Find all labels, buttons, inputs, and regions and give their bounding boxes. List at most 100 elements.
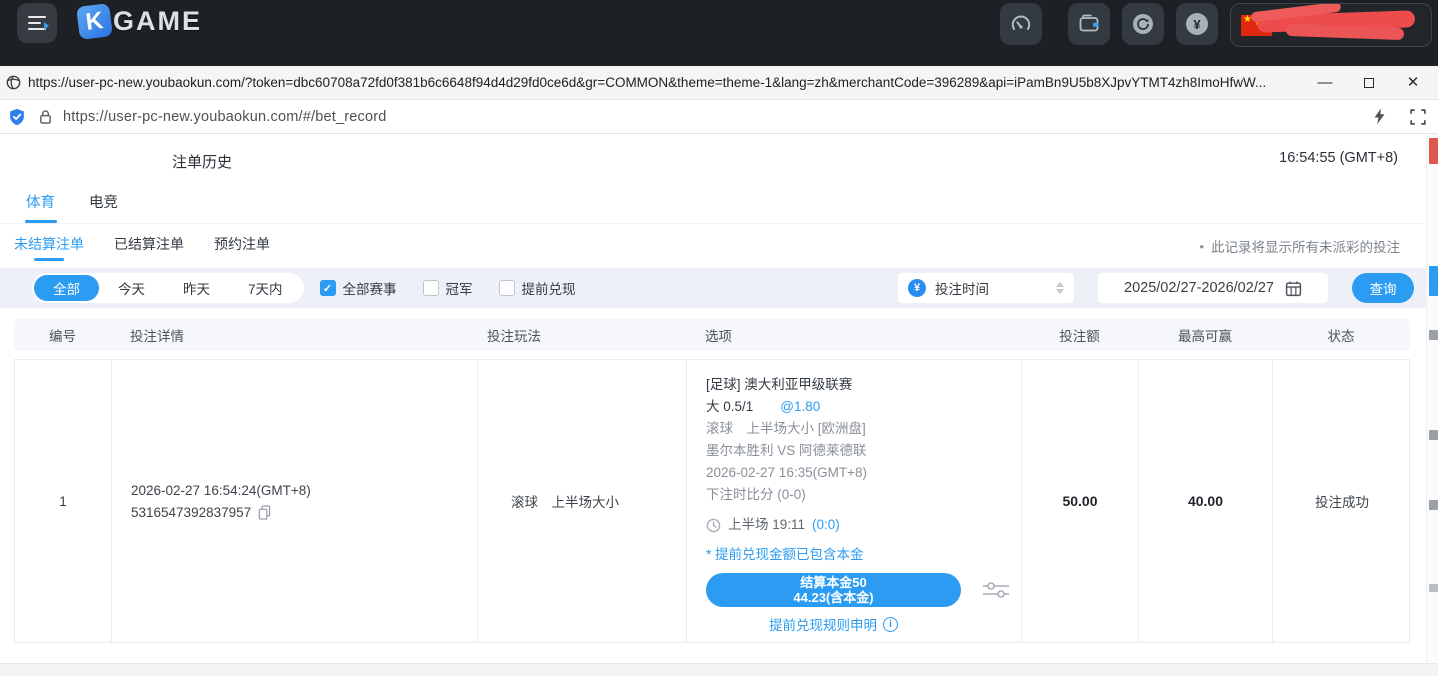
record-note-text: 此记录将显示所有未派彩的投注 — [1211, 236, 1400, 256]
page-content: 注单历史 16:54:55 (GMT+8) 体育 电竞 未结算注单 已结算注单 … — [0, 134, 1426, 676]
menu-button[interactable] — [17, 3, 57, 43]
window-controls: — ✕ — [1318, 76, 1420, 90]
option-pick: 大 0.5/1 — [706, 399, 753, 414]
filter-yesterday[interactable]: 昨天 — [164, 275, 229, 301]
sliver-fragment — [1429, 430, 1438, 440]
refresh-button[interactable] — [1122, 3, 1164, 45]
bullet-icon: • — [1199, 239, 1204, 254]
filter-all[interactable]: 全部 — [34, 275, 99, 301]
live-period: 上半场 19:11 — [728, 515, 805, 535]
date-range-value: 2025/02/27-2026/02/27 — [1124, 280, 1274, 296]
table-header-row: 编号 投注详情 投注玩法 选项 投注额 最高可赢 状态 — [14, 319, 1410, 351]
calendar-icon — [1285, 280, 1302, 297]
live-score: (0:0) — [812, 515, 840, 535]
bet-id: 5316547392837957 — [131, 505, 251, 520]
filter-7days[interactable]: 7天内 — [229, 275, 302, 301]
info-icon: i — [883, 617, 898, 632]
cashout-rules-link[interactable]: 提前兑现规则申明 i — [706, 614, 961, 634]
china-flag-icon: ★ ★ ★ — [1241, 15, 1272, 36]
table-row: 1 2026-02-27 16:54:24(GMT+8) 53165473928… — [14, 359, 1410, 643]
cashout-note: * 提前兑现金额已包含本金 — [706, 545, 1021, 565]
page-header: 注单历史 16:54:55 (GMT+8) — [0, 134, 1426, 180]
filter-today[interactable]: 今天 — [99, 275, 164, 301]
maximize-button[interactable] — [1362, 76, 1376, 90]
cashout-button-row: 结算本金50 44.23(含本金) — [706, 573, 1021, 607]
window-titlebar: https://user-pc-new.youbaokun.com/?token… — [0, 66, 1438, 100]
checkbox-label: 提前兑现 — [522, 278, 576, 298]
col-header-detail: 投注详情 — [111, 325, 477, 345]
fullscreen-icon[interactable] — [1410, 109, 1426, 125]
option-market: 滚球 上半场大小 [欧洲盘] — [706, 418, 1021, 440]
sort-carets-icon — [1056, 282, 1064, 294]
tab-esports[interactable]: 电竞 — [89, 180, 118, 223]
copy-icon[interactable] — [258, 505, 271, 520]
col-header-options: 选项 — [686, 325, 1021, 345]
subtab-settled[interactable]: 已结算注单 — [114, 224, 184, 264]
cashout-rules-text: 提前兑现规则申明 — [769, 614, 877, 634]
checkbox-champion[interactable]: 冠军 — [423, 278, 473, 298]
page-title: 注单历史 — [172, 151, 232, 172]
filter-right-controls: ¥ 投注时间 2025/02/27-2026/02/27 查询 — [898, 273, 1414, 303]
option-league: [足球] 澳大利亚甲级联赛 — [706, 374, 1021, 396]
redacted-user-info — [1257, 10, 1415, 33]
page-clock: 16:54:55 (GMT+8) — [1279, 150, 1398, 166]
wallet-icon — [1077, 12, 1101, 36]
cell-row-number: 1 — [15, 360, 112, 642]
date-range-input[interactable]: 2025/02/27-2026/02/27 — [1098, 273, 1328, 303]
sliver-fragment — [1429, 330, 1438, 340]
live-status-line: 上半场 19:11 (0:0) — [706, 515, 1021, 535]
sliders-icon[interactable] — [981, 579, 1011, 601]
lightning-icon[interactable] — [1373, 108, 1386, 125]
checkbox-all-events[interactable]: ✓ 全部赛事 — [320, 278, 397, 298]
sport-tabs: 体育 电竞 — [0, 180, 1426, 224]
yuan-badge-icon: ¥ — [908, 279, 926, 297]
checkbox-unchecked-icon — [423, 280, 439, 296]
sliver-fragment — [1429, 584, 1438, 592]
option-odds: @1.80 — [780, 399, 820, 414]
option-pick-line: 大 0.5/1 @1.80 — [706, 396, 1021, 418]
address-url[interactable]: https://user-pc-new.youbaokun.com/#/bet_… — [63, 109, 387, 125]
site-globe-icon — [6, 75, 21, 90]
col-header-maxwin: 最高可赢 — [1138, 325, 1272, 345]
topbar-actions: ¥ ★ ★ ★ — [1000, 3, 1432, 47]
user-account-chip[interactable]: ★ ★ ★ — [1230, 3, 1432, 47]
logo-text: GAME — [113, 6, 202, 37]
address-bar-actions — [1373, 108, 1426, 125]
close-button[interactable]: ✕ — [1406, 76, 1420, 90]
option-match: 墨尔本胜利 VS 阿德莱德联 — [706, 440, 1021, 462]
record-note: • 此记录将显示所有未派彩的投注 — [1199, 236, 1400, 256]
checkbox-cashout[interactable]: 提前兑现 — [499, 278, 576, 298]
right-edge-sliver — [1426, 134, 1438, 664]
cashout-button-line2: 44.23(含本金) — [793, 590, 873, 605]
checkbox-unchecked-icon — [499, 280, 515, 296]
bet-id-line: 5316547392837957 — [131, 505, 477, 520]
security-shield-icon[interactable] — [8, 108, 26, 126]
col-header-no: 编号 — [14, 325, 111, 345]
bet-time-select[interactable]: ¥ 投注时间 — [898, 273, 1074, 303]
sliver-fragment — [1429, 266, 1438, 296]
sliver-fragment — [1429, 138, 1438, 164]
tab-sports[interactable]: 体育 — [26, 180, 55, 223]
cell-bet-detail: 2026-02-27 16:54:24(GMT+8) 5316547392837… — [112, 360, 478, 642]
minimize-button[interactable]: — — [1318, 76, 1332, 90]
browser-address-bar: https://user-pc-new.youbaokun.com/#/bet_… — [0, 100, 1438, 134]
option-score-at-bet: 下注时比分 (0-0) — [706, 484, 1021, 506]
search-button[interactable]: 查询 — [1352, 273, 1414, 303]
cashout-button-line1: 结算本金50 — [800, 575, 866, 590]
wallet-button[interactable] — [1068, 3, 1110, 45]
collapse-arrow-icon — [44, 22, 49, 30]
logo-k-badge: K — [76, 3, 113, 40]
subtab-reserved[interactable]: 预约注单 — [214, 224, 270, 264]
col-header-play: 投注玩法 — [477, 325, 686, 345]
gauge-icon — [1009, 12, 1033, 36]
network-gauge-button[interactable] — [1000, 3, 1042, 45]
date-quick-filters: 全部 今天 昨天 7天内 — [32, 273, 304, 303]
screen: K GAME — [0, 0, 1438, 676]
cashout-button[interactable]: 结算本金50 44.23(含本金) — [706, 573, 961, 607]
subtab-unsettled[interactable]: 未结算注单 — [14, 224, 84, 264]
bet-time-select-value: 投注时间 — [935, 278, 989, 298]
window-title-url: https://user-pc-new.youbaokun.com/?token… — [28, 75, 1298, 90]
app-topbar: K GAME — [0, 0, 1438, 66]
currency-exchange-button[interactable]: ¥ — [1176, 3, 1218, 45]
kgame-logo: K GAME — [78, 5, 202, 38]
